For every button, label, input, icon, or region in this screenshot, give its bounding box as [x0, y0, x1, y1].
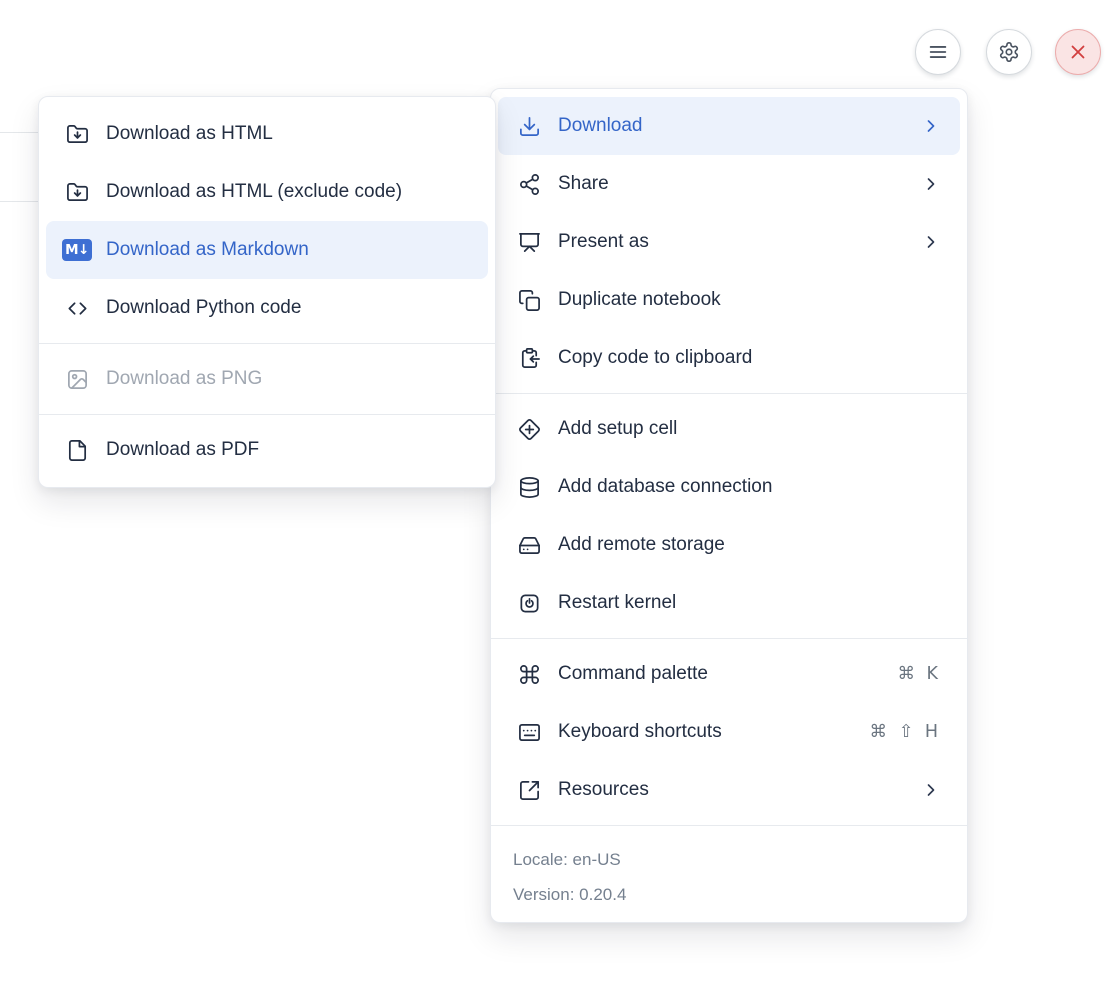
- notebook-actions-menu: Download Share Present as Duplicate note…: [490, 88, 968, 923]
- menu-item-duplicate-notebook[interactable]: Duplicate notebook: [491, 271, 967, 329]
- close-icon: [1067, 41, 1089, 63]
- command-icon: [517, 662, 541, 686]
- shutdown-button[interactable]: [1055, 29, 1101, 75]
- menu-item-download-python-code[interactable]: Download Python code: [39, 279, 495, 337]
- hard-drive-icon: [517, 533, 541, 557]
- menu-separator: [491, 638, 967, 639]
- menu-item-download-as-html[interactable]: Download as HTML: [39, 105, 495, 163]
- menu-item-label: Share: [558, 173, 904, 195]
- menu-item-label: Restart kernel: [558, 592, 941, 614]
- menu-separator: [491, 393, 967, 394]
- database-icon: [517, 475, 541, 499]
- menu-footer: Locale: en-US Version: 0.20.4: [491, 832, 967, 914]
- keyboard-shortcut: ⌘ K: [897, 664, 941, 684]
- gear-icon: [998, 41, 1020, 63]
- menu-item-label: Download as PDF: [106, 439, 469, 461]
- menu-item-download-as-png[interactable]: Download as PNG: [39, 350, 495, 408]
- power-icon: [517, 591, 541, 615]
- menu-item-label: Present as: [558, 231, 904, 253]
- folder-down-icon: [65, 122, 89, 146]
- background-cell-border: [0, 132, 39, 133]
- presentation-icon: [517, 230, 541, 254]
- menu-item-download-as-pdf[interactable]: Download as PDF: [39, 421, 495, 479]
- download-icon: [517, 114, 541, 138]
- menu-item-label: Download Python code: [106, 297, 469, 319]
- menu-separator: [39, 414, 495, 415]
- external-link-icon: [517, 778, 541, 802]
- page-background: Download Share Present as Duplicate note…: [0, 0, 1118, 984]
- menu-item-download-as-html-exclude-code[interactable]: Download as HTML (exclude code): [39, 163, 495, 221]
- menu-item-resources[interactable]: Resources: [491, 761, 967, 819]
- keyboard-shortcut: ⌘ ⇧ H: [870, 722, 941, 742]
- menu-item-copy-code[interactable]: Copy code to clipboard: [491, 329, 967, 387]
- folder-down-icon: [65, 180, 89, 204]
- file-icon: [65, 438, 89, 462]
- hamburger-menu-icon: [927, 41, 949, 63]
- locale-text: Locale: en-US: [513, 842, 967, 877]
- settings-button[interactable]: [986, 29, 1032, 75]
- menu-item-command-palette[interactable]: Command palette ⌘ K: [491, 645, 967, 703]
- menu-item-label: Add remote storage: [558, 534, 941, 556]
- menu-item-label: Command palette: [558, 663, 880, 685]
- diamond-plus-icon: [517, 417, 541, 441]
- menu-item-label: Copy code to clipboard: [558, 347, 941, 369]
- markdown-icon: M↓: [65, 238, 89, 262]
- menu-item-share[interactable]: Share: [491, 155, 967, 213]
- share-icon: [517, 172, 541, 196]
- menu-separator: [39, 343, 495, 344]
- background-cell-border: [0, 201, 39, 202]
- menu-item-label: Duplicate notebook: [558, 289, 941, 311]
- clipboard-copy-icon: [517, 346, 541, 370]
- menu-item-add-database-connection[interactable]: Add database connection: [491, 458, 967, 516]
- version-text: Version: 0.20.4: [513, 877, 967, 912]
- copy-icon: [517, 288, 541, 312]
- chevron-right-icon: [921, 174, 941, 194]
- menu-item-label: Download as Markdown: [106, 239, 469, 261]
- download-submenu: Download as HTML Download as HTML (exclu…: [38, 96, 496, 488]
- menu-item-label: Download as HTML (exclude code): [106, 181, 469, 203]
- menu-item-present-as[interactable]: Present as: [491, 213, 967, 271]
- menu-item-add-remote-storage[interactable]: Add remote storage: [491, 516, 967, 574]
- menu-item-label: Keyboard shortcuts: [558, 721, 853, 743]
- menu-separator: [491, 825, 967, 826]
- menu-item-label: Download as HTML: [106, 123, 469, 145]
- image-icon: [65, 367, 89, 391]
- menu-item-label: Add database connection: [558, 476, 941, 498]
- menu-item-add-setup-cell[interactable]: Add setup cell: [491, 400, 967, 458]
- menu-item-keyboard-shortcuts[interactable]: Keyboard shortcuts ⌘ ⇧ H: [491, 703, 967, 761]
- menu-item-label: Add setup cell: [558, 418, 941, 440]
- menu-item-label: Download as PNG: [106, 368, 469, 390]
- menu-item-download[interactable]: Download: [498, 97, 960, 155]
- chevron-right-icon: [921, 232, 941, 252]
- menu-item-label: Resources: [558, 779, 904, 801]
- keyboard-icon: [517, 720, 541, 744]
- menu-item-restart-kernel[interactable]: Restart kernel: [491, 574, 967, 632]
- chevron-right-icon: [921, 116, 941, 136]
- chevron-right-icon: [921, 780, 941, 800]
- menu-toggle-button[interactable]: [915, 29, 961, 75]
- code-icon: [65, 296, 89, 320]
- menu-item-download-as-markdown[interactable]: M↓ Download as Markdown: [46, 221, 488, 279]
- menu-item-label: Download: [558, 115, 904, 137]
